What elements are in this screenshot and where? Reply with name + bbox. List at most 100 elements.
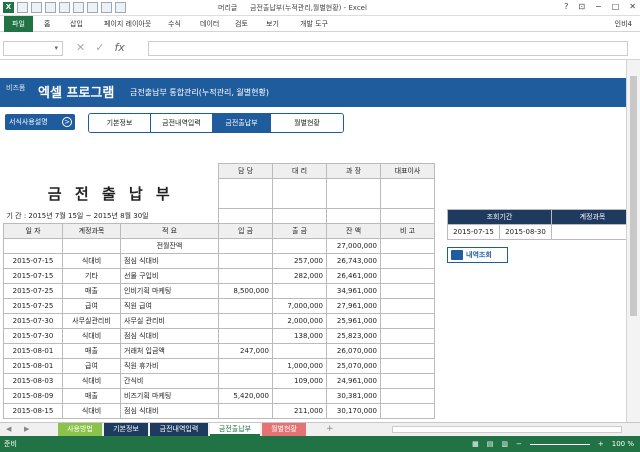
zoom-level[interactable]: 100 % [612, 436, 634, 452]
table-cell[interactable]: 기타 [62, 268, 121, 284]
ribbon-display-icon[interactable]: ⊡ [578, 2, 585, 11]
tab-ribbon[interactable]: 개발 도구 [300, 16, 328, 32]
table-cell[interactable] [380, 358, 435, 374]
scroll-right-icon[interactable]: ▶ [24, 423, 29, 436]
table-cell[interactable]: 2,000,000 [272, 313, 327, 329]
table-cell[interactable]: 138,000 [272, 328, 327, 344]
page-layout-icon[interactable]: ▤ [487, 436, 494, 452]
excel-icon[interactable]: X [3, 2, 14, 13]
help-icon[interactable]: ? [564, 2, 568, 11]
table-cell[interactable]: 매출 [62, 388, 121, 404]
redo-icon[interactable] [45, 2, 56, 13]
table-cell[interactable]: 282,000 [272, 268, 327, 284]
page-break-icon[interactable]: ▥ [501, 436, 508, 452]
table-cell[interactable]: 비즈기획 마케팅 [120, 388, 219, 404]
normal-view-icon[interactable]: ▦ [472, 436, 479, 452]
tab-file[interactable]: 파일 [4, 16, 33, 32]
table-cell[interactable]: 점심 식대비 [120, 328, 219, 344]
period-from-cell[interactable]: 2015-07-15 [447, 224, 500, 240]
table-cell[interactable]: 27,000,000 [326, 238, 381, 254]
table-cell[interactable]: 직원 급여 [120, 298, 219, 314]
sheet-tab[interactable]: 사용방법 [58, 423, 102, 436]
table-cell[interactable] [272, 343, 327, 359]
zoom-in-icon[interactable]: + [598, 436, 604, 452]
table-cell[interactable]: 거래처 입금액 [120, 343, 219, 359]
enter-icon[interactable]: ✓ [95, 41, 104, 54]
table-cell[interactable]: 식대비 [62, 253, 121, 269]
tab-ribbon[interactable]: 수식 [168, 16, 181, 32]
table-cell[interactable] [272, 238, 327, 254]
table-cell[interactable]: 2015-08-01 [3, 343, 63, 359]
table-cell[interactable]: 식대비 [62, 373, 121, 389]
table-cell[interactable] [218, 358, 273, 374]
tab-ribbon[interactable]: 삽입 [70, 16, 83, 32]
table-cell[interactable]: 30,381,000 [326, 388, 381, 404]
table-cell[interactable] [380, 298, 435, 314]
table-cell[interactable]: 2015-08-09 [3, 388, 63, 404]
sheet-tab[interactable]: 월별현황 [262, 423, 306, 436]
table-cell[interactable]: 매출 [62, 283, 121, 299]
table-cell[interactable]: 5,420,000 [218, 388, 273, 404]
add-sheet-icon[interactable]: + [326, 423, 334, 436]
formula-input[interactable] [148, 41, 628, 56]
cancel-icon[interactable]: ✕ [76, 41, 85, 54]
table-cell[interactable]: 247,000 [218, 343, 273, 359]
account-filter-cell[interactable] [551, 224, 634, 240]
sheet-tab[interactable]: 금전출납부 [210, 423, 260, 436]
table-cell[interactable]: 점심 식대비 [120, 403, 219, 419]
function-icon[interactable]: fx [114, 41, 124, 54]
table-cell[interactable] [380, 343, 435, 359]
table-cell[interactable] [380, 388, 435, 404]
tab-ribbon[interactable]: 홈 [44, 16, 50, 32]
table-cell[interactable]: 27,961,000 [326, 298, 381, 314]
nav-tab[interactable]: 기본정보 [89, 114, 151, 132]
sheet-tab[interactable]: 기본정보 [104, 423, 148, 436]
table-cell[interactable] [380, 313, 435, 329]
table-cell[interactable]: 26,070,000 [326, 343, 381, 359]
table-cell[interactable] [218, 238, 273, 254]
horizontal-scrollbar[interactable] [392, 426, 622, 433]
table-cell[interactable]: 급여 [62, 358, 121, 374]
table-cell[interactable] [218, 403, 273, 419]
table-cell[interactable]: 사무실 관리비 [120, 313, 219, 329]
table-cell[interactable] [380, 373, 435, 389]
table-cell[interactable]: 선물 구입비 [120, 268, 219, 284]
scroll-left-icon[interactable]: ◀ [6, 423, 11, 436]
zoom-slider[interactable] [529, 443, 590, 445]
table-cell[interactable] [380, 238, 435, 254]
scroll-thumb[interactable] [630, 76, 637, 316]
table-cell[interactable]: 급여 [62, 298, 121, 314]
preview-icon[interactable] [101, 2, 112, 13]
sign-box[interactable] [326, 178, 381, 209]
table-cell[interactable]: 25,823,000 [326, 328, 381, 344]
table-cell[interactable] [218, 298, 273, 314]
table-cell[interactable] [272, 283, 327, 299]
nav-tab[interactable]: 월별현황 [271, 114, 343, 132]
table-cell[interactable]: 34,961,000 [326, 283, 381, 299]
maximize-icon[interactable]: □ [612, 2, 620, 11]
user-name[interactable]: 인비4 [615, 16, 632, 32]
nav-tab[interactable]: 금전출납부 [213, 114, 271, 132]
table-cell[interactable]: 점심 식대비 [120, 253, 219, 269]
print-icon[interactable] [87, 2, 98, 13]
open-icon[interactable] [59, 2, 70, 13]
new-icon[interactable] [73, 2, 84, 13]
search-history-button[interactable]: 내역조회 [447, 247, 508, 263]
table-cell[interactable] [272, 388, 327, 404]
period-to-cell[interactable]: 2015-08-30 [499, 224, 552, 240]
table-cell[interactable]: 30,170,000 [326, 403, 381, 419]
table-cell[interactable]: 2015-07-25 [3, 298, 63, 314]
undo-icon[interactable] [31, 2, 42, 13]
table-cell[interactable] [218, 268, 273, 284]
checkbox-icon[interactable] [115, 2, 126, 13]
table-cell[interactable]: 2015-07-15 [3, 268, 63, 284]
table-cell[interactable]: 2015-08-15 [3, 403, 63, 419]
table-cell[interactable] [380, 268, 435, 284]
table-cell[interactable] [62, 238, 121, 254]
table-cell[interactable]: 25,961,000 [326, 313, 381, 329]
table-cell[interactable]: 7,000,000 [272, 298, 327, 314]
table-cell[interactable]: 1,000,000 [272, 358, 327, 374]
sign-box[interactable] [218, 178, 273, 209]
table-cell[interactable]: 2015-08-03 [3, 373, 63, 389]
table-cell[interactable]: 직원 휴가비 [120, 358, 219, 374]
